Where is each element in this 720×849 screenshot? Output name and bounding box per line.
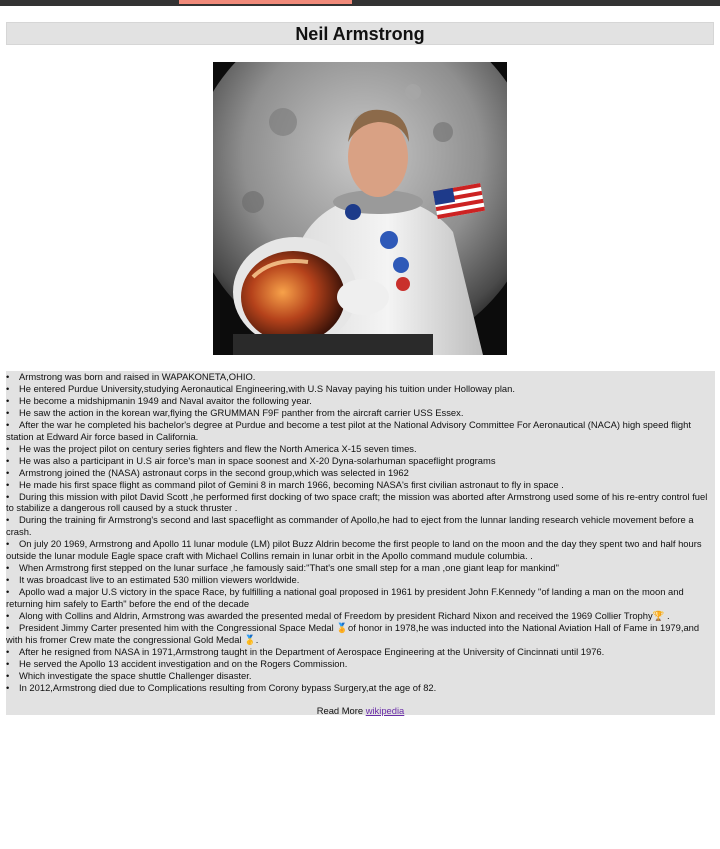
bullet-icon: •: [6, 669, 10, 681]
bullet-icon: •: [6, 562, 10, 574]
fact-item: • After he resigned from NASA in 1971,Arm…: [6, 645, 605, 657]
bullet-icon: •: [6, 610, 10, 622]
fact-item: • Armstrong joined the (NASA) astronaut c…: [6, 466, 409, 478]
bullet-icon: •: [6, 466, 10, 478]
active-nav-indicator[interactable]: [179, 0, 352, 4]
bullet-icon: •: [6, 490, 10, 502]
bullet-icon: •: [6, 514, 10, 526]
bullet-icon: •: [6, 454, 10, 466]
fact-item: • During this mission with pilot David Sc…: [6, 490, 708, 514]
wikipedia-link[interactable]: wikipedia: [366, 705, 405, 716]
bullet-icon: •: [6, 442, 10, 454]
top-nav-bar: [0, 0, 720, 6]
bullet-icon: •: [6, 478, 10, 490]
bullet-icon: •: [6, 574, 10, 586]
fact-item: • He was also a participant in U.S air fo…: [6, 454, 496, 466]
bullet-icon: •: [6, 657, 10, 669]
fact-item: • In 2012,Armstrong died due to Complicat…: [6, 681, 437, 693]
bullet-icon: •: [6, 382, 10, 394]
bullet-icon: •: [6, 371, 10, 382]
fact-item: • He saw the action in the korean war,fly…: [6, 406, 464, 418]
fact-item: • It was broadcast live to an estimated 5…: [6, 574, 300, 586]
facts-list: • Armstrong was born and raised in WAPAKO…: [6, 371, 715, 694]
fact-item: • Armstrong was born and raised in WAPAKO…: [6, 371, 256, 382]
read-more-label: Read More: [316, 704, 366, 716]
fact-item: • He become a midshipmanin 1949 and Naval…: [6, 394, 312, 406]
bullet-icon: •: [6, 681, 10, 693]
bullet-icon: •: [6, 394, 10, 406]
fact-item: • Apollo wad a major U.S victory in the s…: [6, 586, 684, 610]
read-more: Read More wikipedia: [6, 705, 715, 717]
fact-item: • After the war he completed his bachelor…: [6, 418, 691, 442]
astronaut-portrait-image: [213, 62, 507, 355]
fact-item: • He served the Apollo 13 accident invest…: [6, 657, 348, 669]
facts-panel: • Armstrong was born and raised in WAPAKO…: [6, 371, 715, 717]
fact-item: • When Armstrong first stepped on the lun…: [6, 562, 559, 574]
bullet-icon: •: [6, 622, 10, 634]
fact-item: • He entered Purdue University,studying A…: [6, 382, 515, 394]
fact-item: • He made his first space flight as comma…: [6, 478, 564, 490]
fact-item: • During the training fir Armstrong's sec…: [6, 514, 694, 538]
fact-item: • Which investigate the space shuttle Cha…: [6, 669, 252, 681]
fact-item: • President Jimmy Carter presented him wi…: [6, 622, 700, 645]
page-title: Neil Armstrong: [6, 22, 714, 45]
bullet-icon: •: [6, 645, 10, 657]
bullet-icon: •: [6, 538, 10, 550]
bullet-icon: •: [6, 406, 10, 418]
fact-item: • Along with Collins and Aldrin, Armstron…: [6, 610, 670, 622]
bullet-icon: •: [6, 418, 10, 430]
fact-item: • On july 20 1969, Armstrong and Apollo 1…: [6, 538, 702, 562]
astronaut-photo: [213, 62, 507, 355]
fact-item: • He was the project pilot on century ser…: [6, 442, 417, 454]
bullet-icon: •: [6, 586, 10, 598]
